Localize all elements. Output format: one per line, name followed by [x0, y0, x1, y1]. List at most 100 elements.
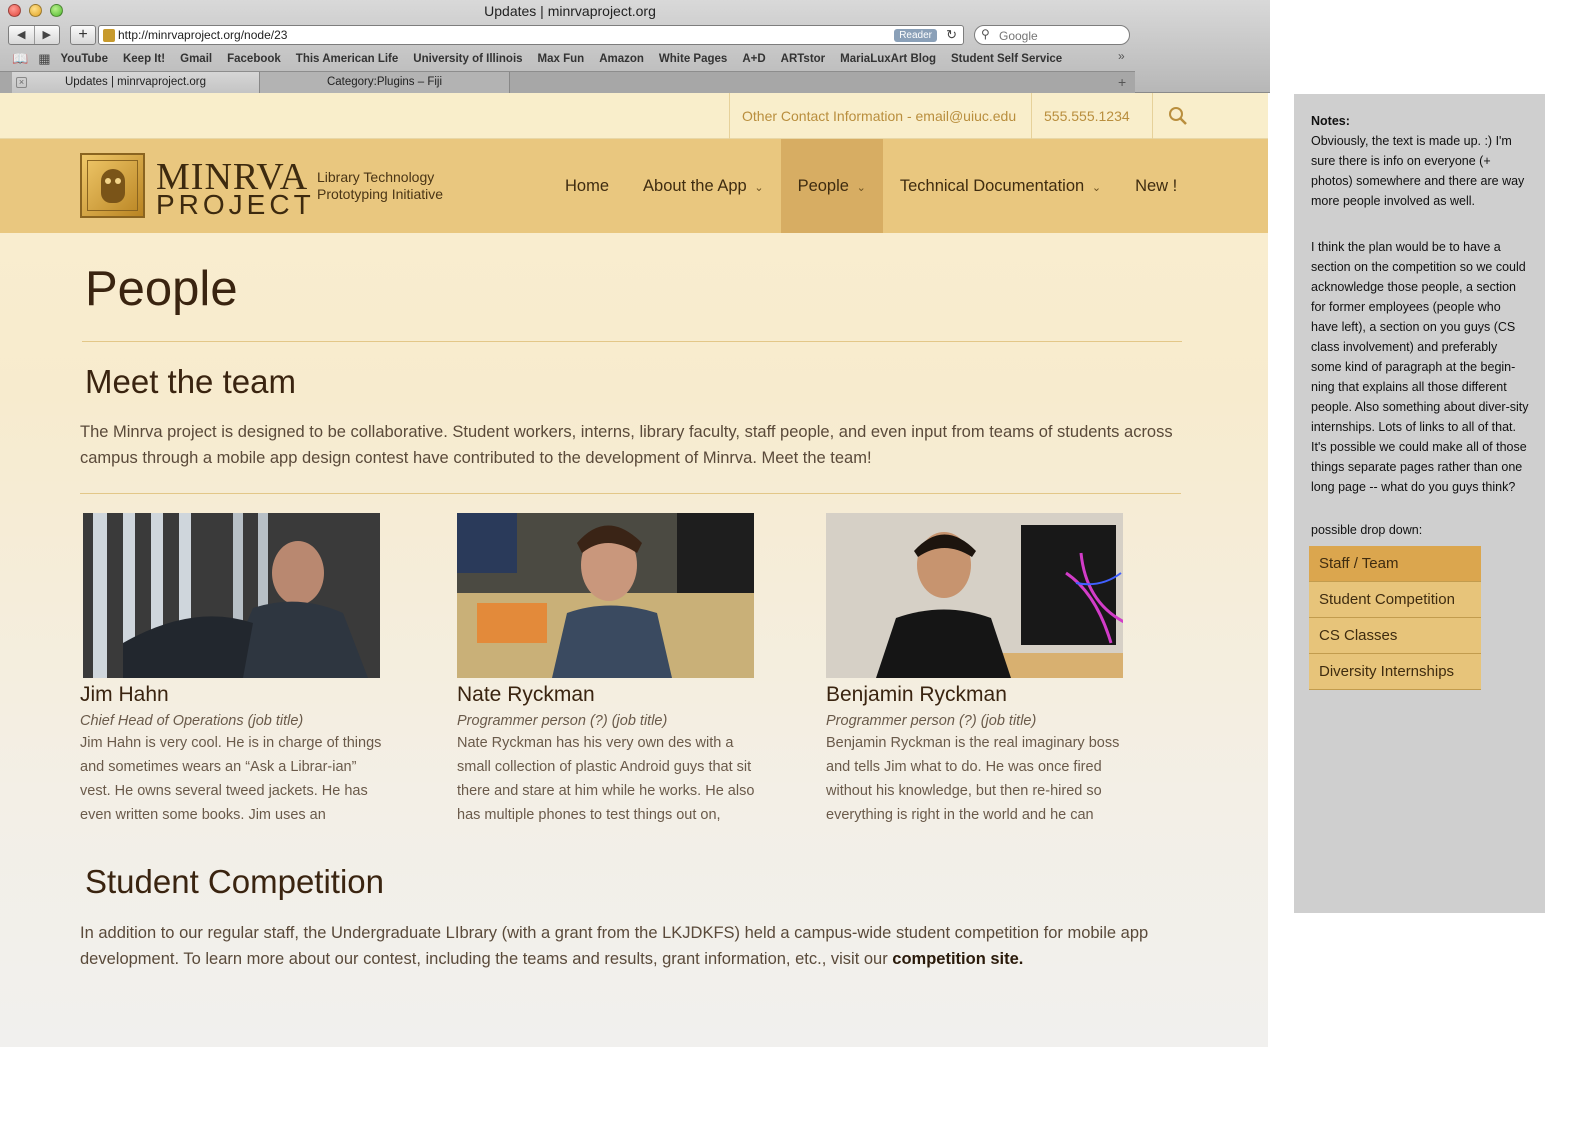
bookmark-item[interactable]: This American Life — [296, 53, 398, 65]
bookmark-item[interactable]: YouTube — [60, 53, 107, 65]
favicon-icon — [103, 29, 115, 42]
web-page: Other Contact Information - email@uiuc.e… — [0, 93, 1268, 1047]
tab-plugins-fiji[interactable]: Category:Plugins – Fiji — [260, 72, 510, 93]
address-bar[interactable]: http://minrvaproject.org/node/23 Reader … — [98, 25, 964, 45]
bookmark-item[interactable]: Student Self Service — [951, 53, 1062, 65]
bookmark-item[interactable]: ARTstor — [781, 53, 826, 65]
person-name: Benjamin Ryckman — [826, 683, 1007, 706]
bookmark-item[interactable]: Max Fun — [538, 53, 585, 65]
divider — [80, 493, 1181, 494]
browser-search-box[interactable]: ⚲ — [974, 25, 1130, 45]
competition-site-link[interactable]: competition site. — [892, 950, 1023, 968]
new-tab-icon[interactable]: + — [1118, 72, 1126, 92]
contact-info-link[interactable]: Other Contact Information - email@uiuc.e… — [729, 93, 1032, 139]
caret-down-icon: ⌄ — [1088, 182, 1102, 194]
person-photo-image — [457, 513, 754, 678]
browser-search-input[interactable] — [999, 28, 1119, 43]
person-job-title: Programmer person (?) (job title) — [826, 713, 1037, 729]
dropdown-item-student-competition[interactable]: Student Competition — [1309, 582, 1481, 618]
dropdown-label: possible drop down: — [1311, 523, 1423, 537]
section-title-student-competition: Student Competition — [85, 863, 385, 900]
tab-bar: × Updates | minrvaproject.org Category:P… — [0, 71, 1135, 93]
search-icon — [1168, 107, 1187, 125]
person-job-title: Chief Head of Operations (job title) — [80, 713, 304, 729]
open-book-icon[interactable]: 📖 — [12, 51, 28, 67]
nav-item-new[interactable]: New ! — [1118, 139, 1194, 233]
tab-label: Category:Plugins – Fiji — [326, 76, 443, 88]
nav-item-home[interactable]: Home — [548, 139, 626, 233]
reader-button[interactable]: Reader — [894, 29, 937, 42]
person-job-title: Programmer person (?) (job title) — [457, 713, 668, 729]
back-arrow-icon[interactable]: ◀ — [9, 26, 35, 44]
person-card: Jim Hahn Chief Head of Operations (job t… — [80, 513, 390, 827]
caret-down-icon: ⌄ — [853, 182, 866, 194]
bookmark-item[interactable]: A+D — [742, 53, 765, 65]
bookmark-item[interactable]: University of Illinois — [413, 53, 522, 65]
brand-name-bottom[interactable]: PROJECT — [156, 189, 315, 221]
bookmark-item[interactable]: Keep It! — [123, 53, 165, 65]
bookmark-item[interactable]: MariaLuxArt Blog — [840, 53, 936, 65]
person-name: Jim Hahn — [80, 683, 169, 706]
nav-item-label: New ! — [1135, 177, 1178, 195]
nav-item-about-the-app[interactable]: About the App ⌄ — [626, 139, 781, 233]
tab-updates[interactable]: × Updates | minrvaproject.org — [12, 72, 260, 93]
window-title: Updates | minrvaproject.org — [484, 3, 656, 19]
main-nav: Home About the App ⌄ People ⌄ Technical … — [548, 139, 1194, 233]
back-forward-buttons: ◀ ▶ — [8, 25, 60, 45]
dropdown-item-staff-team[interactable]: Staff / Team — [1309, 546, 1481, 582]
nav-item-label: Technical Documentation — [899, 177, 1085, 195]
person-photo — [826, 513, 1123, 678]
owl-eye — [105, 178, 111, 184]
person-photo — [83, 513, 380, 678]
dropdown-item-diversity-internships[interactable]: Diversity Internships — [1309, 654, 1481, 690]
bookmark-item[interactable]: White Pages — [659, 53, 727, 65]
nav-item-label: Home — [565, 177, 610, 195]
browser-chrome: Updates | minrvaproject.org ◀ ▶ + http:/… — [0, 0, 1270, 93]
nav-item-people[interactable]: People ⌄ — [780, 139, 883, 233]
person-name: Nate Ryckman — [457, 683, 595, 706]
bookmark-item[interactable]: Gmail — [180, 53, 212, 65]
person-photo — [457, 513, 754, 678]
section-title-meet-the-team: Meet the team — [85, 363, 296, 400]
owl-logo[interactable] — [80, 153, 145, 218]
site-tagline: Library Technology Prototyping Initiativ… — [317, 169, 444, 202]
person-bio: Jim Hahn is very cool. He is in charge o… — [80, 735, 382, 823]
competition-paragraph: In addition to our regular staff, the Un… — [80, 920, 1190, 972]
utility-bar: Other Contact Information - email@uiuc.e… — [0, 93, 1268, 139]
tab-label: Updates | minrvaproject.org — [64, 76, 207, 88]
add-bookmark-button[interactable]: + — [70, 25, 96, 45]
site-search-button[interactable] — [1152, 93, 1202, 139]
forward-arrow-icon[interactable]: ▶ — [35, 26, 60, 44]
chevron-right-icon[interactable]: » — [1118, 49, 1125, 63]
logo-frame — [87, 160, 138, 211]
caret-down-icon: ⌄ — [751, 182, 764, 194]
notes-paragraph: I think the plan would be to have a sect… — [1311, 240, 1529, 494]
person-bio: Benjamin Ryckman is the real imaginary b… — [826, 735, 1120, 823]
close-icon[interactable]: × — [16, 77, 27, 88]
bookmark-item[interactable]: Facebook — [227, 53, 281, 65]
person-card: Benjamin Ryckman Programmer person (?) (… — [826, 513, 1136, 827]
reload-icon[interactable]: ↻ — [946, 27, 957, 43]
people-dropdown-mockup: Staff / Team Student Competition CS Clas… — [1309, 546, 1481, 690]
owl-eye — [115, 178, 121, 184]
notes-label: Notes: — [1311, 114, 1350, 128]
bookmark-item[interactable]: Amazon — [599, 53, 644, 65]
dropdown-item-cs-classes[interactable]: CS Classes — [1309, 618, 1481, 654]
bookmarks-bar: 📖 ▦ YouTube Keep It! Gmail Facebook This… — [0, 49, 1135, 69]
phone-number: 555.555.1234 — [1031, 93, 1153, 139]
site-header: MINRVA PROJECT Library Technology Protot… — [0, 139, 1268, 233]
url-text[interactable]: http://minrvaproject.org/node/23 — [118, 28, 287, 42]
title-bar: Updates | minrvaproject.org — [0, 0, 1270, 22]
search-icon: ⚲ — [981, 27, 990, 41]
grid-icon[interactable]: ▦ — [38, 51, 50, 67]
notes-panel: Notes: Obviously, the text is made up. :… — [1294, 94, 1545, 913]
person-photo-image — [826, 513, 1123, 678]
person-bio: Nate Ryckman has his very own des with a… — [457, 735, 755, 823]
nav-item-technical-documentation[interactable]: Technical Documentation ⌄ — [883, 139, 1118, 233]
browser-toolbar: ◀ ▶ + http://minrvaproject.org/node/23 R… — [0, 23, 1270, 47]
person-photo-image — [83, 513, 380, 678]
intro-paragraph: The Minrva project is designed to be col… — [80, 423, 1173, 467]
nav-item-label: About the App — [643, 177, 747, 195]
person-card: Nate Ryckman Programmer person (?) (job … — [457, 513, 767, 827]
notes-paragraph: Obviously, the text is made up. :) I'm s… — [1311, 134, 1525, 208]
